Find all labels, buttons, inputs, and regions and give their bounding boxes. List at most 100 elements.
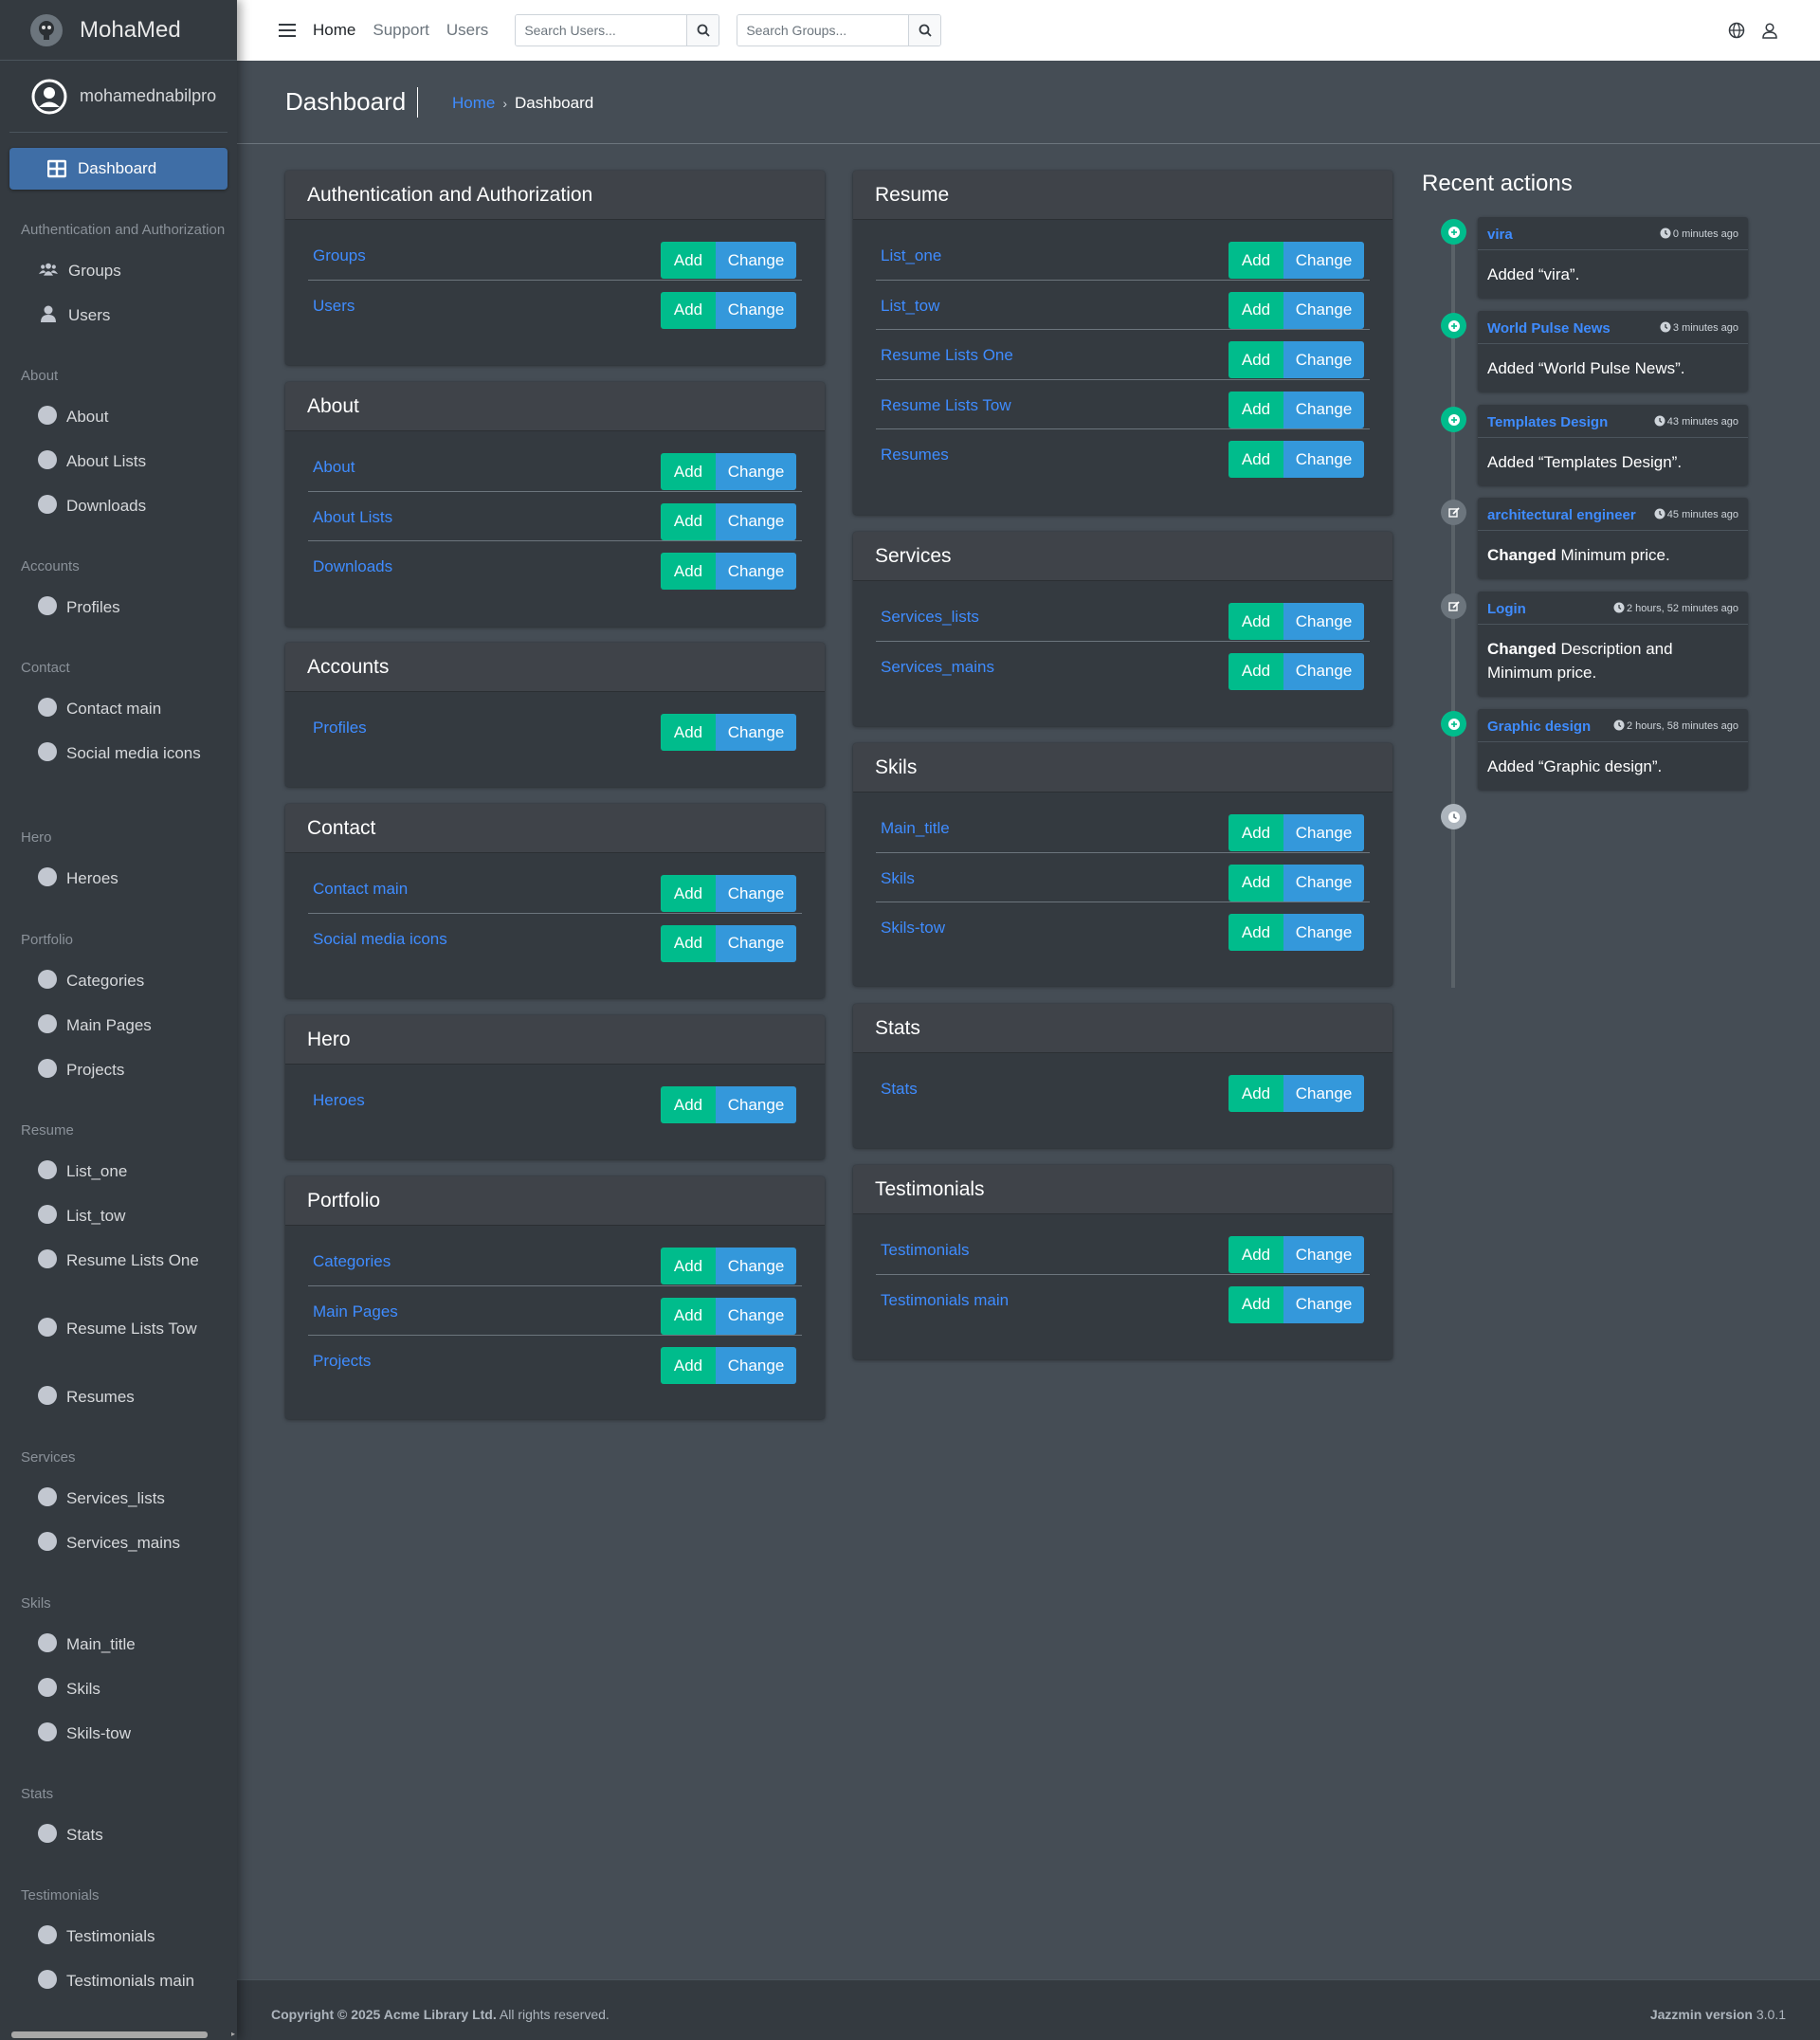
model-link-groups[interactable]: Groups <box>313 246 366 265</box>
sidebar-item-services-mains[interactable]: Services_mains <box>38 1531 232 1555</box>
sidebar-item-categories[interactable]: Categories <box>38 969 232 993</box>
add-button[interactable]: Add <box>661 453 716 490</box>
add-button[interactable]: Add <box>661 242 716 279</box>
model-link-services-lists[interactable]: Services_lists <box>881 608 979 627</box>
change-button[interactable]: Change <box>1283 652 1364 690</box>
add-button[interactable]: Add <box>1228 1075 1283 1112</box>
add-button[interactable]: Add <box>661 291 716 329</box>
sidebar-item-testimonials-main[interactable]: Testimonials main <box>38 1969 232 1993</box>
change-button[interactable]: Change <box>1283 914 1364 951</box>
add-button[interactable]: Add <box>1228 441 1283 478</box>
sidebar-item-resumes[interactable]: Resumes <box>38 1385 232 1409</box>
sidebar-item-main-pages[interactable]: Main Pages <box>38 1013 232 1037</box>
change-button[interactable]: Change <box>716 1347 796 1384</box>
change-button[interactable]: Change <box>716 502 796 540</box>
nav-home-link[interactable]: Home <box>313 21 355 40</box>
change-button[interactable]: Change <box>716 291 796 329</box>
add-button[interactable]: Add <box>1228 652 1283 690</box>
sidebar-item-about[interactable]: About <box>38 405 232 428</box>
hamburger-menu-icon[interactable] <box>279 23 296 38</box>
model-link-main-title[interactable]: Main_title <box>881 819 950 838</box>
model-link-profiles[interactable]: Profiles <box>313 719 367 738</box>
breadcrumb-home-link[interactable]: Home <box>452 94 495 112</box>
add-button[interactable]: Add <box>661 553 716 590</box>
model-link-social-media-icons[interactable]: Social media icons <box>313 930 447 949</box>
model-link-about[interactable]: About <box>313 458 355 477</box>
change-button[interactable]: Change <box>1283 1075 1364 1112</box>
add-button[interactable]: Add <box>661 1086 716 1123</box>
sidebar-item-about-lists[interactable]: About Lists <box>38 449 232 473</box>
model-link-skils-tow[interactable]: Skils-tow <box>881 919 945 938</box>
add-button[interactable]: Add <box>1228 291 1283 329</box>
model-link-categories[interactable]: Categories <box>313 1252 391 1271</box>
change-button[interactable]: Change <box>716 1248 796 1284</box>
add-button[interactable]: Add <box>1228 1236 1283 1273</box>
sidebar-item-downloads[interactable]: Downloads <box>38 494 232 518</box>
add-button[interactable]: Add <box>1228 914 1283 951</box>
model-link-downloads[interactable]: Downloads <box>313 557 392 576</box>
sidebar-item-groups[interactable]: Groups <box>38 259 232 282</box>
sidebar-item-projects[interactable]: Projects <box>38 1058 232 1082</box>
add-button[interactable]: Add <box>661 924 716 962</box>
add-button[interactable]: Add <box>661 502 716 540</box>
model-link-main-pages[interactable]: Main Pages <box>313 1302 398 1321</box>
sidebar-scrollbar[interactable] <box>11 2031 208 2038</box>
change-button[interactable]: Change <box>1283 1236 1364 1273</box>
sidebar-item-dashboard[interactable]: Dashboard <box>9 148 228 190</box>
model-link-projects[interactable]: Projects <box>313 1352 371 1371</box>
sidebar-item-contact-main[interactable]: Contact main <box>38 697 232 720</box>
add-button[interactable]: Add <box>1228 242 1283 279</box>
change-button[interactable]: Change <box>1283 341 1364 378</box>
change-button[interactable]: Change <box>716 875 796 912</box>
add-button[interactable]: Add <box>661 714 716 751</box>
change-button[interactable]: Change <box>716 553 796 590</box>
change-button[interactable]: Change <box>1283 814 1364 851</box>
add-button[interactable]: Add <box>661 875 716 912</box>
model-link-list-tow[interactable]: List_tow <box>881 297 939 316</box>
model-link-testimonials[interactable]: Testimonials <box>881 1241 970 1260</box>
recent-action-link[interactable]: vira <box>1487 227 1513 243</box>
model-link-resume-lists-tow[interactable]: Resume Lists Tow <box>881 396 1011 415</box>
sidebar-item-stats[interactable]: Stats <box>38 1823 232 1847</box>
recent-action-link[interactable]: architectural engineer <box>1487 507 1636 523</box>
sidebar-item-testimonials[interactable]: Testimonials <box>38 1924 232 1948</box>
sidebar-item-services-lists[interactable]: Services_lists <box>38 1486 232 1510</box>
brand[interactable]: MohaMed <box>0 0 237 61</box>
add-button[interactable]: Add <box>661 1297 716 1335</box>
user-panel[interactable]: mohamednabilpro <box>9 61 228 133</box>
nav-support-link[interactable]: Support <box>373 21 429 40</box>
search-groups-input[interactable] <box>737 15 909 46</box>
model-link-about-lists[interactable]: About Lists <box>313 508 392 527</box>
change-button[interactable]: Change <box>1283 1285 1364 1323</box>
model-link-services-mains[interactable]: Services_mains <box>881 658 994 677</box>
change-button[interactable]: Change <box>1283 603 1364 640</box>
recent-action-link[interactable]: Templates Design <box>1487 414 1608 430</box>
recent-action-link[interactable]: World Pulse News <box>1487 320 1611 337</box>
search-users-input[interactable] <box>516 15 687 46</box>
change-button[interactable]: Change <box>716 1086 796 1123</box>
change-button[interactable]: Change <box>1283 441 1364 478</box>
search-groups-button[interactable] <box>908 15 941 46</box>
add-button[interactable]: Add <box>661 1347 716 1384</box>
change-button[interactable]: Change <box>1283 391 1364 428</box>
change-button[interactable]: Change <box>1283 242 1364 279</box>
model-link-skils[interactable]: Skils <box>881 869 915 888</box>
model-link-contact-main[interactable]: Contact main <box>313 880 408 899</box>
add-button[interactable]: Add <box>1228 391 1283 428</box>
sidebar-item-users[interactable]: Users <box>38 303 232 327</box>
recent-action-link[interactable]: Login <box>1487 601 1526 617</box>
sidebar-item-skils-tow[interactable]: Skils-tow <box>38 1721 232 1745</box>
model-link-testimonials-main[interactable]: Testimonials main <box>881 1291 1009 1310</box>
add-button[interactable]: Add <box>1228 814 1283 851</box>
sidebar-item-heroes[interactable]: Heroes <box>38 866 232 890</box>
sidebar-item-profiles[interactable]: Profiles <box>38 595 232 619</box>
sidebar-item-resume-lists-one[interactable]: Resume Lists One <box>38 1248 232 1272</box>
sidebar-item-main-title[interactable]: Main_title <box>38 1632 232 1656</box>
model-link-resumes[interactable]: Resumes <box>881 446 949 464</box>
sidebar-item-skils[interactable]: Skils <box>38 1677 232 1701</box>
change-button[interactable]: Change <box>1283 864 1364 902</box>
model-link-resume-lists-one[interactable]: Resume Lists One <box>881 346 1013 365</box>
change-button[interactable]: Change <box>716 1297 796 1335</box>
add-button[interactable]: Add <box>1228 603 1283 640</box>
user-account-icon[interactable] <box>1761 22 1778 39</box>
